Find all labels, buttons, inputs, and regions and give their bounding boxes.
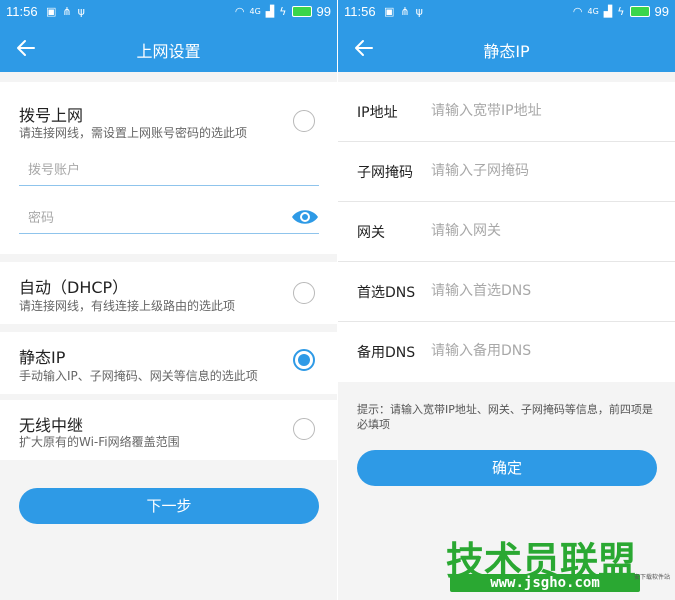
form-row-ip-address: IP地址 [338, 82, 675, 142]
radio-pppoe[interactable] [293, 110, 315, 132]
option-static-ip-card[interactable]: 静态IP 手动输入IP、子网掩码、网关等信息的选此项 [0, 332, 337, 394]
gateway-input[interactable] [431, 218, 661, 244]
option-subtitle: 手动输入IP、子网掩码、网关等信息的选此项 [19, 369, 258, 383]
signal-icon: ▟ [265, 5, 275, 18]
status-time: 11:56 [6, 4, 38, 19]
subnet-mask-input[interactable] [431, 158, 661, 184]
status-time: 11:56 [344, 4, 376, 19]
form-row-primary-dns: 首选DNS [338, 262, 675, 322]
battery-level: 99 [316, 4, 331, 19]
status-bar: 11:56 ▣ ⋔ ψ ◠ 4G ▟ ϟ 99 [0, 0, 337, 24]
battery-icon [629, 6, 650, 17]
image-notification-icon: ▣ [46, 5, 57, 18]
static-ip-screen: 11:56 ▣ ⋔ ψ ◠ 4G ▟ ϟ 99 静态IP IP地址 子网掩码 [338, 0, 675, 600]
form-row-secondary-dns: 备用DNS [338, 322, 675, 382]
radio-static-ip[interactable] [293, 349, 315, 371]
form-row-subnet-mask: 子网掩码 [338, 142, 675, 202]
wifi-icon: ◠ [572, 5, 583, 18]
status-bar: 11:56 ▣ ⋔ ψ ◠ 4G ▟ ϟ 99 [338, 0, 675, 24]
option-wireless-relay-card[interactable]: 无线中继 扩大原有的Wi-Fi网络覆盖范围 [0, 400, 337, 460]
battery-level: 99 [654, 4, 669, 19]
app-bar: 上网设置 [0, 24, 337, 72]
signal-icon: ▟ [603, 5, 613, 18]
primary-dns-input[interactable] [431, 278, 661, 304]
option-subtitle: 请连接网线，有线连接上级路由的选此项 [19, 299, 236, 313]
option-pppoe-card[interactable]: 拨号上网 请连接网线，需设置上网账号密码的选此项 [0, 82, 337, 254]
secondary-dns-input[interactable] [431, 338, 661, 364]
charging-icon: ϟ [279, 5, 287, 18]
ip-address-input[interactable] [431, 98, 661, 124]
wifi-icon: ◠ [234, 5, 245, 18]
share-notification-icon: ⋔ [400, 5, 410, 18]
watermark-url: www.jsgho.com [450, 574, 640, 592]
field-label: 网关 [357, 225, 385, 241]
radio-dhcp[interactable] [293, 282, 315, 304]
hint-text: 提示：请输入宽带IP地址、网关、子网掩码等信息，前四项是必填项 [357, 403, 653, 431]
confirm-button[interactable]: 确定 [357, 450, 657, 486]
field-label: 子网掩码 [357, 165, 413, 181]
share-notification-icon: ⋔ [62, 5, 72, 18]
option-title: 拨号上网 [19, 106, 84, 125]
password-field [19, 204, 319, 234]
signal-network-label: 4G [249, 7, 261, 16]
watermark-small-text: 安下载软件站 [634, 574, 671, 581]
battery-icon [291, 6, 312, 17]
account-input[interactable] [28, 158, 278, 182]
signal-network-label: 4G [587, 7, 599, 16]
charging-icon: ϟ [617, 5, 625, 18]
next-button[interactable]: 下一步 [19, 488, 319, 524]
field-label: 备用DNS [357, 345, 416, 361]
option-subtitle: 请连接网线，需设置上网账号密码的选此项 [19, 126, 248, 140]
usb-icon: ψ [415, 5, 423, 18]
account-field [19, 156, 319, 186]
page-title: 静态IP [483, 42, 530, 61]
usb-icon: ψ [77, 5, 85, 18]
page-title: 上网设置 [136, 42, 201, 61]
eye-icon[interactable] [291, 206, 319, 228]
option-dhcp-card[interactable]: 自动（DHCP） 请连接网线，有线连接上级路由的选此项 [0, 262, 337, 324]
option-title: 自动（DHCP） [19, 278, 129, 297]
password-input[interactable] [28, 206, 278, 230]
image-notification-icon: ▣ [384, 5, 395, 18]
network-settings-screen: 11:56 ▣ ⋔ ψ ◠ 4G ▟ ϟ 99 上网设置 拨号上网 请连接网线，… [0, 0, 337, 600]
watermark-logo: 技术员联盟 www.jsgho.com 安下载软件站 [446, 530, 672, 596]
form-row-gateway: 网关 [338, 202, 675, 262]
field-label: IP地址 [357, 105, 398, 121]
option-subtitle: 扩大原有的Wi-Fi网络覆盖范围 [19, 435, 180, 449]
option-title: 静态IP [19, 348, 66, 367]
app-bar: 静态IP [338, 24, 675, 72]
static-ip-form: IP地址 子网掩码 网关 首选DNS 备用DNS [338, 82, 675, 382]
radio-wireless-relay[interactable] [293, 418, 315, 440]
field-label: 首选DNS [357, 285, 416, 301]
